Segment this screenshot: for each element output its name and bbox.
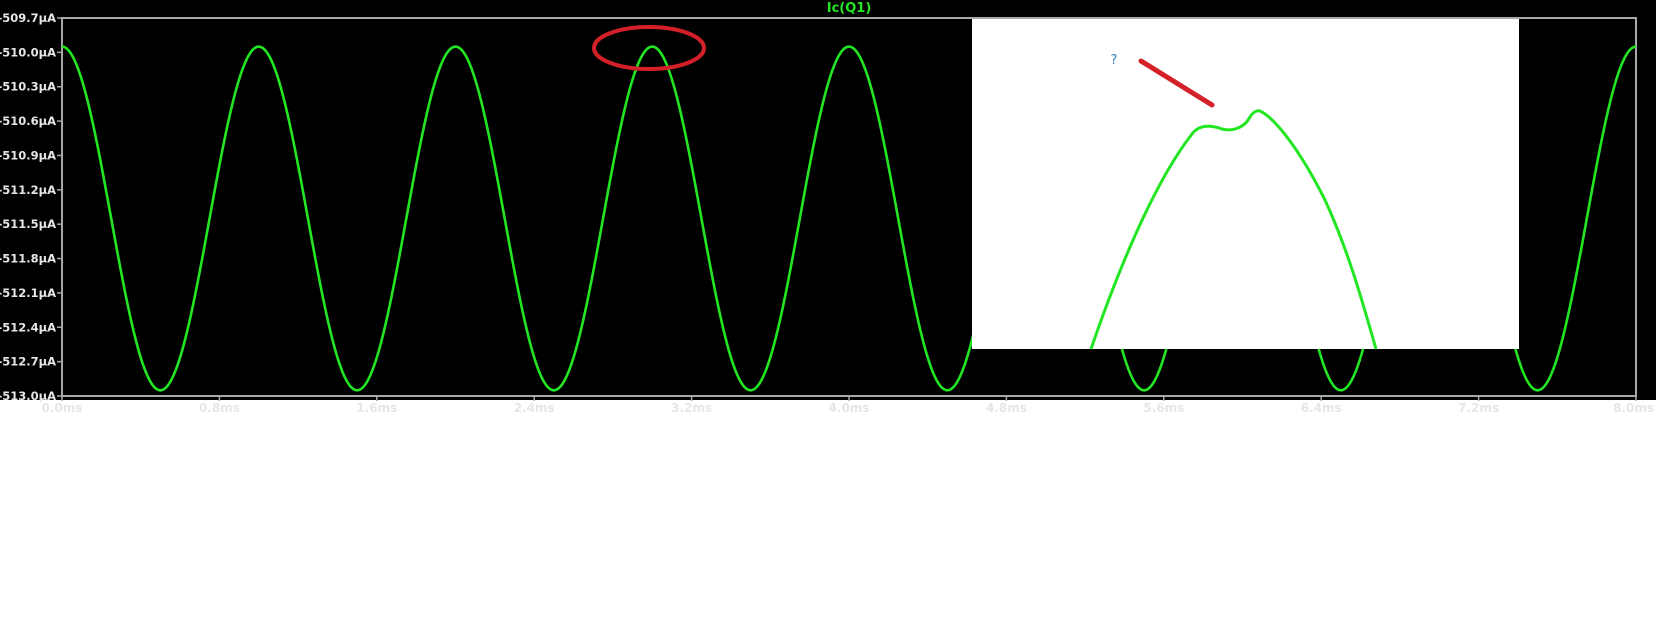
x-tick-label: 5.6ms <box>1143 401 1184 415</box>
chart-svg: Ic(Q1) -509.7µA -510.0µA -510.3µA -510.6µA -… <box>0 0 1656 630</box>
x-tick-label: 2.4ms <box>514 401 555 415</box>
chart-title: Ic(Q1) <box>827 1 872 16</box>
x-tick-label: 8.0ms <box>1613 401 1654 415</box>
waveform-viewer: Ic(Q1) -509.7µA -510.0µA -510.3µA -510.6µA -… <box>0 0 1656 630</box>
y-tick-label: -510.3µA <box>0 80 56 94</box>
x-tick-label: 7.2ms <box>1458 401 1499 415</box>
y-tick-label: -511.2µA <box>0 183 56 197</box>
x-tick-label: 6.4ms <box>1301 401 1342 415</box>
y-tick-label: -509.7µA <box>0 11 56 25</box>
x-tick-label: 3.2ms <box>671 401 712 415</box>
x-tick-label: 0.8ms <box>199 401 240 415</box>
y-tick-label: -512.7µA <box>0 355 56 369</box>
x-tick-label: 1.6ms <box>356 401 397 415</box>
y-tick-label: -512.1µA <box>0 286 56 300</box>
y-tick-label: -510.0µA <box>0 45 56 59</box>
y-tick-label: -510.6µA <box>0 114 56 128</box>
x-tick-label: 4.0ms <box>829 401 870 415</box>
x-tick-label: 0.0ms <box>42 401 83 415</box>
page-background <box>0 400 1656 630</box>
y-tick-label: -512.4µA <box>0 320 56 334</box>
inset-question-mark: ? <box>1111 53 1118 68</box>
x-tick-label: 4.8ms <box>986 401 1027 415</box>
y-tick-label: -510.9µA <box>0 148 56 162</box>
inset-background <box>972 19 1519 349</box>
y-tick-label: -511.5µA <box>0 217 56 231</box>
inset-zoom: ? <box>972 19 1519 350</box>
y-tick-label: -511.8µA <box>0 252 56 266</box>
